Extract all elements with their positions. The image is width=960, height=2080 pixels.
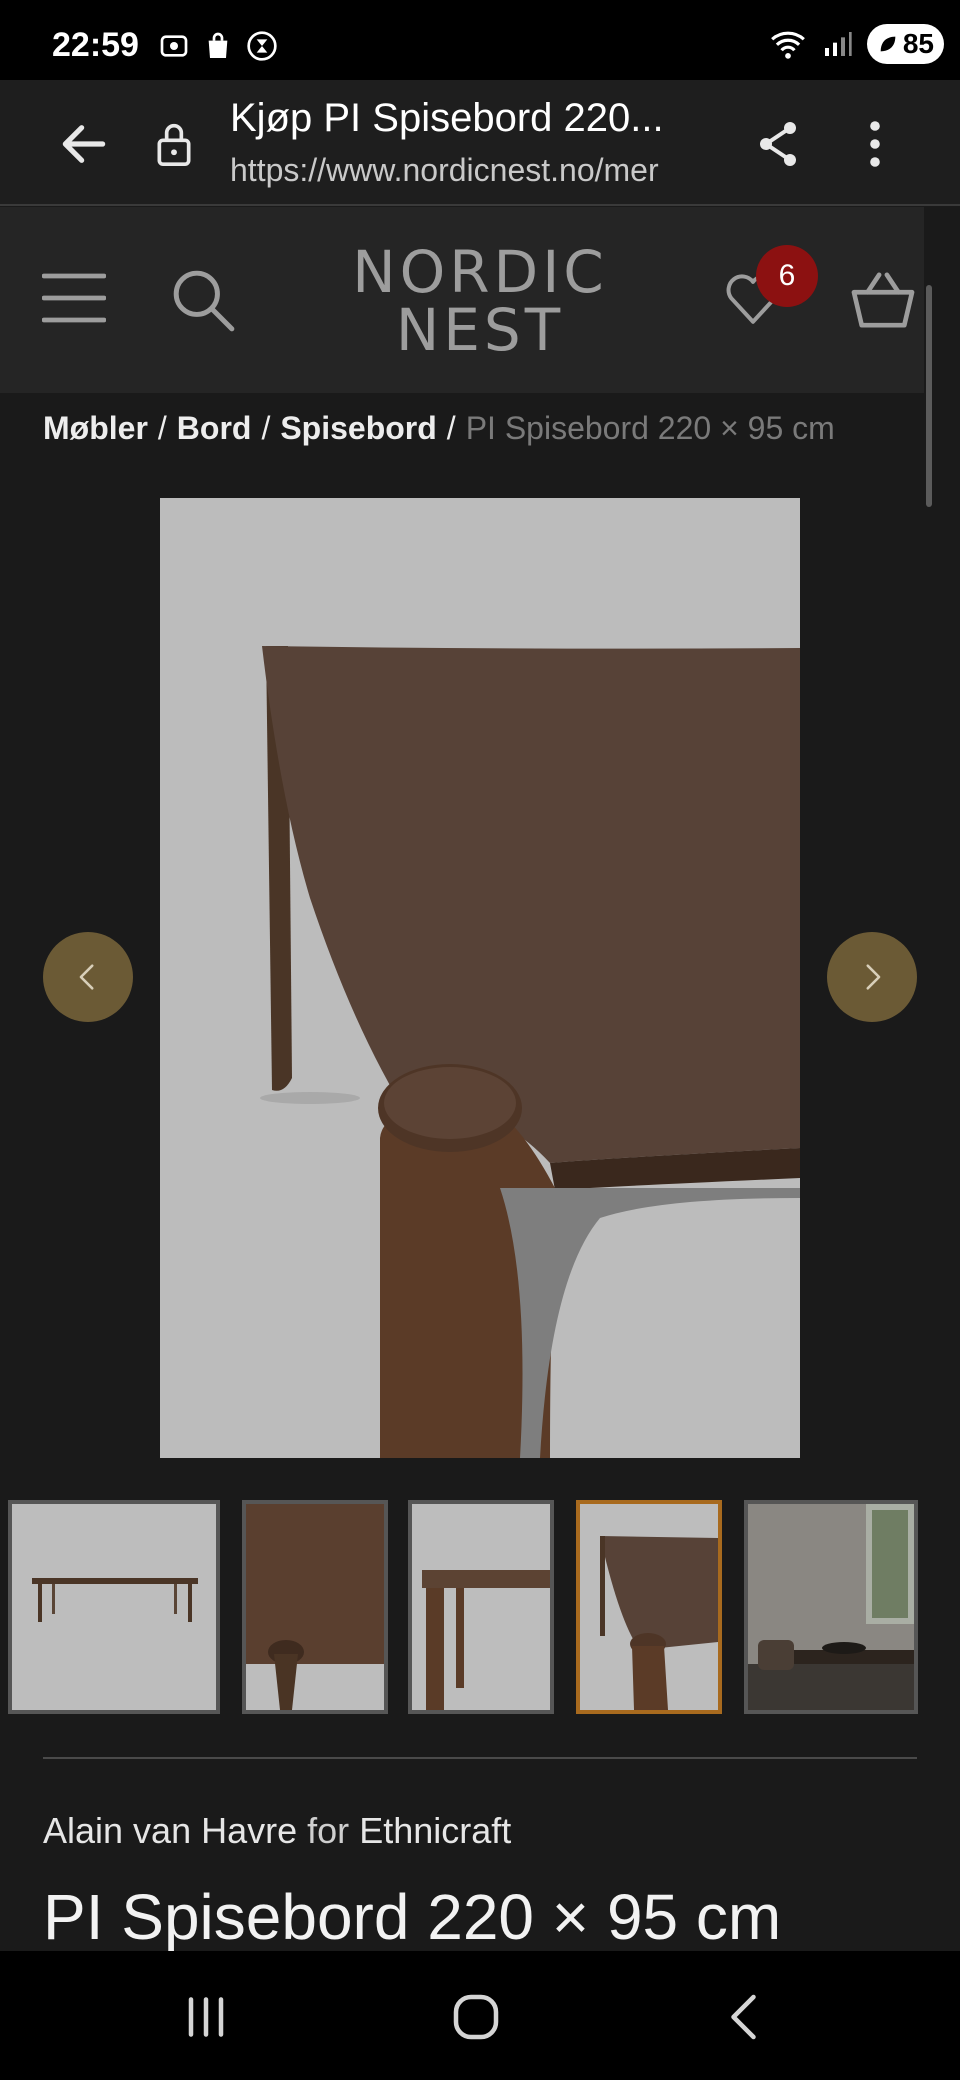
thumbnail-1[interactable] (8, 1500, 220, 1714)
share-icon[interactable] (754, 118, 802, 170)
site-header: NORDIC NEST 6 (0, 207, 924, 393)
signal-icon (824, 32, 852, 56)
thumbnail-5[interactable] (744, 1500, 918, 1714)
recent-apps-icon[interactable] (176, 1987, 236, 2047)
back-arrow-icon[interactable] (56, 116, 112, 172)
status-bar: 22:59 85 (0, 0, 960, 80)
logo-line-2: NEST (395, 296, 565, 364)
designer-link[interactable]: Alain van Havre (43, 1810, 297, 1851)
page-scrollbar[interactable] (926, 285, 932, 507)
thumbnail-table-detail (580, 1504, 718, 1710)
thumbnail-4[interactable] (576, 1500, 722, 1714)
battery-level: 85 (902, 28, 934, 59)
next-image-button[interactable] (827, 932, 917, 1022)
shopping-basket-icon[interactable] (848, 269, 918, 331)
back-icon[interactable] (716, 1987, 776, 2047)
previous-image-button[interactable] (43, 932, 133, 1022)
thumbnail-3[interactable] (408, 1500, 554, 1714)
breadcrumb-link[interactable]: Bord (177, 410, 252, 447)
breadcrumb-current: PI Spisebord 220 × 95 cm (465, 410, 835, 446)
status-time: 22:59 (52, 26, 139, 64)
chevron-left-icon (79, 964, 94, 990)
product-byline: Alain van Havre for Ethnicraft (43, 1810, 511, 1852)
thumbnail-2[interactable] (242, 1500, 388, 1714)
hamburger-menu-icon[interactable] (42, 269, 106, 327)
breadcrumb-separator: / (446, 410, 456, 446)
thumbnail-table-top (246, 1504, 384, 1710)
byline-for: for (307, 1810, 350, 1851)
chevron-right-icon (866, 964, 881, 990)
battery-indicator: 85 (866, 24, 944, 64)
thumbnail-table-full (12, 1504, 216, 1710)
wishlist-count-badge: 6 (756, 245, 818, 307)
shopping-bag-icon (208, 32, 228, 58)
section-divider (43, 1757, 917, 1759)
search-icon[interactable] (170, 267, 236, 333)
thumbnail-dining-room (748, 1504, 914, 1710)
battery-saver-icon (880, 36, 896, 52)
lock-icon[interactable] (152, 120, 196, 168)
breadcrumb-separator: / (261, 410, 271, 446)
screen-record-icon (160, 35, 188, 57)
breadcrumb-link[interactable]: Spisebord (280, 410, 436, 447)
more-options-icon[interactable] (860, 118, 890, 170)
wifi-icon (770, 31, 805, 59)
brand-link[interactable]: Ethnicraft (359, 1810, 511, 1851)
breadcrumb-separator: / (157, 410, 167, 446)
url-field[interactable]: https://www.nordicnest.no/mer (230, 152, 716, 189)
table-corner-photo (160, 498, 800, 1458)
system-navigation-bar (0, 1951, 960, 2080)
logo-line-1: NORDIC (352, 238, 608, 306)
product-title: PI Spisebord 220 × 95 cm (43, 1881, 782, 1953)
thumbnail-table-corner (412, 1504, 550, 1710)
breadcrumb: Møbler / Bord / Spisebord / PI Spisebord… (43, 410, 835, 447)
page-title[interactable]: Kjøp PI Spisebord 220... (230, 96, 664, 141)
app-icon (247, 31, 277, 61)
browser-toolbar: Kjøp PI Spisebord 220... https://www.nor… (0, 80, 960, 206)
home-icon[interactable] (446, 1987, 506, 2047)
nordic-nest-logo[interactable]: NORDIC NEST (330, 243, 630, 359)
breadcrumb-link[interactable]: Møbler (43, 410, 148, 447)
product-main-image[interactable] (160, 498, 800, 1458)
